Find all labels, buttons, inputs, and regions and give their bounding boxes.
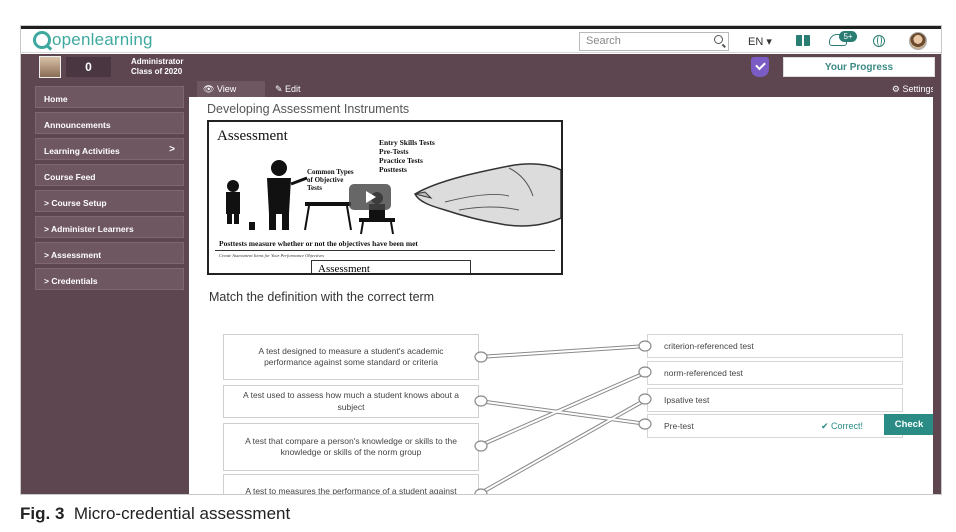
slide-caption: Posttests measure whether or not the obj…	[219, 239, 418, 248]
sidebar-item-label: Learning Activities	[44, 146, 120, 156]
figure-caption: Fig. 3 Micro-credential assessment	[20, 504, 290, 524]
sidebar-item-label: Home	[44, 94, 68, 104]
term-item[interactable]: Pre-test	[647, 414, 903, 438]
term-item[interactable]: Ipsative test	[647, 388, 903, 412]
sidebar-item-course-setup[interactable]: > Course Setup	[35, 190, 184, 212]
logo-icon	[33, 31, 51, 49]
settings-button[interactable]: ⚙ Settings	[892, 81, 935, 97]
user-photo[interactable]	[39, 56, 61, 78]
tab-bar: 👁 View ✎ Edit ⚙ Settings	[189, 80, 941, 97]
sidebar-item-label: > Administer Learners	[44, 224, 134, 234]
match-line	[477, 344, 649, 359]
sidebar-item-label: > Course Setup	[44, 198, 107, 208]
sidebar-item-label: Course Feed	[44, 172, 96, 182]
sidebar-item-announcements[interactable]: Announcements	[35, 112, 184, 134]
sidebar-item-home[interactable]: Home	[35, 86, 184, 108]
result-correct: ✔ Correct!	[821, 421, 864, 431]
tab-view[interactable]: 👁 View	[197, 81, 265, 97]
user-name: Administrator	[131, 57, 184, 66]
sidebar-item-course-feed[interactable]: Course Feed	[35, 164, 184, 186]
gift-icon[interactable]	[796, 35, 810, 46]
term-item[interactable]: criterion-referenced test	[647, 334, 903, 358]
chevron-right-icon: >	[169, 144, 175, 155]
search-icon[interactable]	[714, 35, 723, 44]
sidebar-item-administer-learners[interactable]: > Administer Learners	[35, 216, 184, 238]
figure-label: Fig. 3	[20, 504, 65, 523]
definition-item[interactable]: A test to measures the performance of a …	[223, 474, 479, 494]
figure-caption-text: Micro-credential assessment	[73, 504, 291, 523]
avatar[interactable]	[909, 32, 927, 50]
search-input[interactable]: Search	[579, 32, 729, 51]
points-counter: 0	[66, 57, 111, 77]
notification-badge: 5+	[839, 31, 857, 42]
slide-divider	[215, 250, 555, 251]
user-bar: 0 Administrator Class of 2020 Your Progr…	[21, 54, 941, 80]
language-select[interactable]: EN ▾	[748, 35, 772, 48]
play-button[interactable]	[349, 184, 391, 210]
definition-item[interactable]: A test designed to measure a student's a…	[223, 334, 479, 380]
your-progress-button[interactable]: Your Progress	[783, 57, 935, 77]
definition-item[interactable]: A test used to assess how much a student…	[223, 385, 479, 418]
badge-icon[interactable]	[751, 57, 769, 77]
logo[interactable]: openlearning	[33, 30, 153, 50]
sidebar: Home Announcements Learning Activities > …	[21, 80, 189, 494]
logo-text: openlearning	[52, 30, 153, 49]
figure-frame: openlearning Search EN ▾ 5+ 0 Administra…	[0, 0, 956, 532]
sidebar-item-label: > Credentials	[44, 276, 98, 286]
app-screenshot: openlearning Search EN ▾ 5+ 0 Administra…	[20, 25, 942, 495]
definition-item[interactable]: A test that compare a person's knowledge…	[223, 423, 479, 471]
right-edge	[933, 80, 941, 494]
sidebar-item-learning-activities[interactable]: Learning Activities >	[35, 138, 184, 160]
tab-edit[interactable]: ✎ Edit	[269, 81, 339, 97]
sidebar-item-label: Announcements	[44, 120, 111, 130]
globe-icon[interactable]	[873, 35, 885, 47]
page-title: Developing Assessment Instruments	[207, 102, 410, 116]
video-player[interactable]: Assessment Entry Skills Tests Pre-Tests …	[207, 120, 563, 275]
user-class: Class of 2020	[131, 67, 183, 76]
term-item[interactable]: norm-referenced test	[647, 361, 903, 385]
match-line	[477, 370, 649, 448]
matching-title: Match the definition with the correct te…	[209, 290, 435, 304]
sidebar-item-label: > Assessment	[44, 250, 102, 260]
top-navbar: openlearning Search EN ▾ 5+	[21, 29, 941, 53]
sidebar-item-credentials[interactable]: > Credentials	[35, 268, 184, 290]
check-button[interactable]: Check	[884, 414, 934, 435]
match-line	[477, 399, 649, 426]
match-line	[477, 397, 649, 494]
next-slide-peek: Assessment	[311, 260, 471, 273]
main-content: 👁 View ✎ Edit ⚙ Settings Developing Asse…	[189, 80, 941, 494]
sidebar-item-assessment[interactable]: > Assessment	[35, 242, 184, 264]
slide-footnote: Create Assessment Items for Your Perform…	[219, 253, 325, 258]
